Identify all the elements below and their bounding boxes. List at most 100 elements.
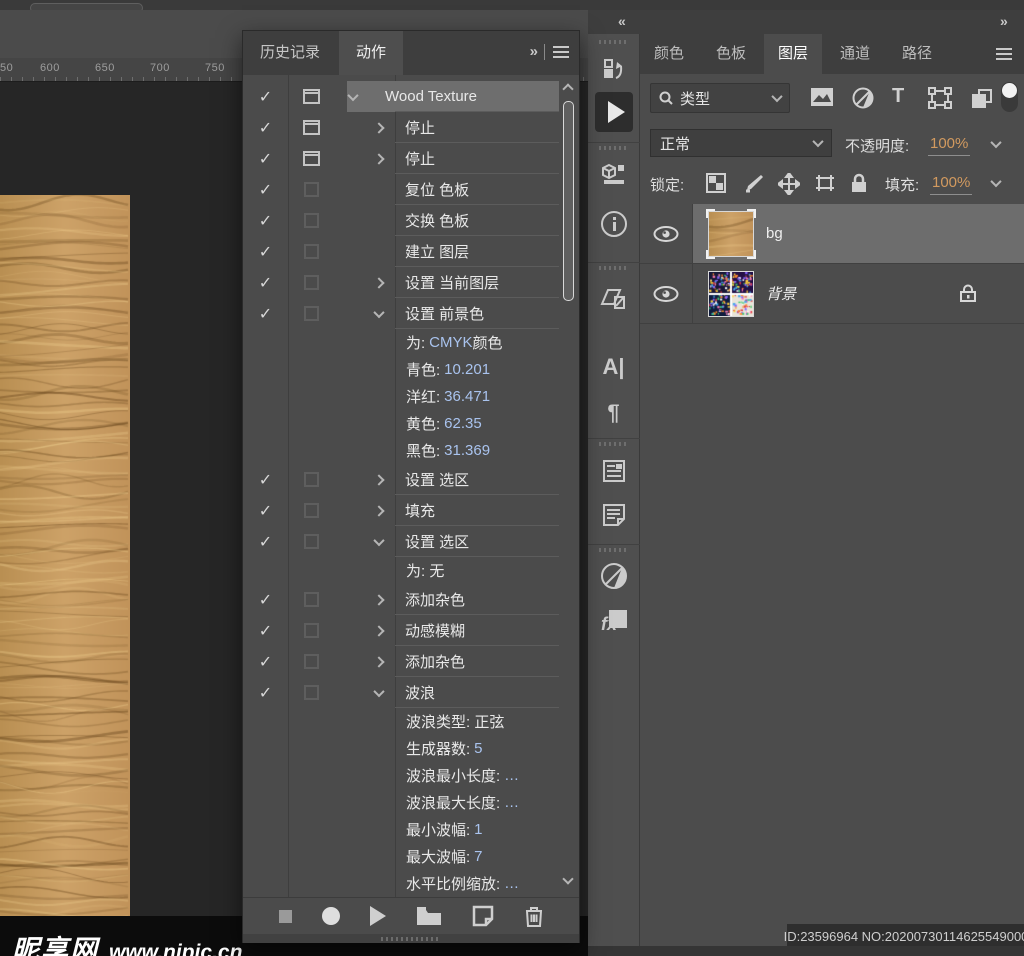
action-detail-row[interactable]: 生成器数:5 xyxy=(243,735,579,762)
layer-visibility-toggle[interactable] xyxy=(640,204,693,263)
wood-texture-image[interactable] xyxy=(0,195,130,926)
tab-channels[interactable]: 通道 xyxy=(826,34,884,74)
dialog-toggle[interactable] xyxy=(290,112,332,143)
expand-chevron-icon[interactable] xyxy=(369,112,389,143)
dialog-toggle[interactable] xyxy=(290,267,332,298)
expand-chevron-icon[interactable] xyxy=(369,615,389,646)
lock-transparent-pixels-icon[interactable] xyxy=(706,173,726,193)
layer-row-bg[interactable]: bg xyxy=(640,204,1024,264)
toggle-item-checkbox[interactable]: ✓ xyxy=(243,267,288,298)
action-detail-row[interactable]: 最大波幅:7 xyxy=(243,843,579,870)
action-detail-row[interactable]: 青色:10.201 xyxy=(243,356,579,383)
character-styles-panel-icon[interactable] xyxy=(601,458,627,484)
dialog-toggle[interactable] xyxy=(290,677,332,708)
filter-on-off-toggle[interactable] xyxy=(1001,82,1018,112)
layer-thumbnail[interactable] xyxy=(706,269,756,319)
action-row[interactable]: ✓设置 前景色 xyxy=(243,298,579,329)
scroll-down-icon[interactable] xyxy=(562,873,573,884)
dialog-toggle[interactable] xyxy=(290,584,332,615)
action-row[interactable]: ✓添加杂色 xyxy=(243,646,579,677)
toggle-item-checkbox[interactable]: ✓ xyxy=(243,584,288,615)
toggle-item-checkbox[interactable]: ✓ xyxy=(243,81,288,112)
action-detail-row[interactable]: 波浪最大长度:… xyxy=(243,789,579,816)
toggle-item-checkbox[interactable]: ✓ xyxy=(243,464,288,495)
scroll-up-icon[interactable] xyxy=(562,83,573,94)
fill-value[interactable]: 100% xyxy=(930,174,972,195)
action-row[interactable]: ✓设置 选区 xyxy=(243,464,579,495)
dock-grip[interactable] xyxy=(599,548,629,552)
toggle-item-checkbox[interactable]: ✓ xyxy=(243,112,288,143)
lock-artboard-icon[interactable] xyxy=(814,173,836,193)
action-detail-row[interactable]: 洋红:36.471 xyxy=(243,383,579,410)
info-panel-icon[interactable] xyxy=(600,210,628,238)
action-detail-row[interactable]: 为: 无 xyxy=(243,557,579,584)
clone-source-panel-icon[interactable] xyxy=(600,284,628,312)
character-panel-icon[interactable]: A| xyxy=(602,354,624,380)
expand-chevron-icon[interactable] xyxy=(369,526,389,557)
expand-chevron-icon[interactable] xyxy=(369,298,389,329)
expand-chevron-icon[interactable] xyxy=(369,143,389,174)
paragraph-panel-icon[interactable]: ¶ xyxy=(607,400,619,426)
action-row[interactable]: ✓波浪 xyxy=(243,677,579,708)
action-detail-row[interactable]: 波浪类型: 正弦 xyxy=(243,708,579,735)
dialog-toggle[interactable] xyxy=(290,174,332,205)
action-detail-row[interactable]: 最小波幅:1 xyxy=(243,816,579,843)
toggle-item-checkbox[interactable]: ✓ xyxy=(243,298,288,329)
dialog-toggle[interactable] xyxy=(290,464,332,495)
dock-grip[interactable] xyxy=(599,442,629,446)
toggle-item-checkbox[interactable]: ✓ xyxy=(243,143,288,174)
tab-color[interactable]: 颜色 xyxy=(640,34,698,74)
delete-trash-icon[interactable] xyxy=(524,905,544,927)
opacity-value[interactable]: 100% xyxy=(928,135,970,156)
action-detail-row[interactable]: 波浪最小长度:… xyxy=(243,762,579,789)
expand-chevron-icon[interactable] xyxy=(369,677,389,708)
filter-type-layers-icon[interactable]: T xyxy=(892,85,904,108)
scrollbar-thumb[interactable] xyxy=(563,101,574,301)
panel-resize-handle[interactable] xyxy=(243,934,579,943)
action-row[interactable]: ✓添加杂色 xyxy=(243,584,579,615)
action-row[interactable]: ✓停止 xyxy=(243,112,579,143)
tab-layers[interactable]: 图层 xyxy=(764,34,822,74)
collapse-panel-icon[interactable]: » xyxy=(530,43,536,60)
dock-grip[interactable] xyxy=(599,40,629,44)
layer-row-content[interactable]: 背景 xyxy=(693,264,1024,323)
adjustments-panel-icon[interactable] xyxy=(600,562,628,590)
toggle-item-checkbox[interactable]: ✓ xyxy=(243,205,288,236)
action-detail-row[interactable]: 水平比例缩放:… xyxy=(243,870,579,897)
opacity-chevron-icon[interactable] xyxy=(990,137,1001,148)
action-row[interactable]: ✓设置 当前图层 xyxy=(243,267,579,298)
tab-paths[interactable]: 路径 xyxy=(888,34,946,74)
expand-chevron-icon[interactable] xyxy=(369,646,389,677)
actions-tab-actions[interactable]: 动作 xyxy=(339,31,403,75)
expand-chevron-icon[interactable] xyxy=(369,464,389,495)
action-row[interactable]: ✓动感模糊 xyxy=(243,615,579,646)
collapse-dock-right-icon[interactable]: » xyxy=(1000,13,1006,29)
panel-menu-icon[interactable] xyxy=(996,48,1012,60)
toggle-item-checkbox[interactable]: ✓ xyxy=(243,495,288,526)
lock-image-pixels-icon[interactable] xyxy=(742,173,764,195)
new-set-folder-icon[interactable] xyxy=(416,906,442,926)
new-action-icon[interactable] xyxy=(472,905,494,927)
layer-thumbnail[interactable] xyxy=(706,209,756,259)
lock-position-icon[interactable] xyxy=(778,173,800,195)
action-detail-row[interactable]: 为:CMYK 颜色 xyxy=(243,329,579,356)
toggle-item-checkbox[interactable]: ✓ xyxy=(243,677,288,708)
layer-filter-dropdown[interactable]: 类型 xyxy=(650,83,790,113)
layer-row-背景[interactable]: 背景 xyxy=(640,264,1024,324)
expand-chevron-icon[interactable] xyxy=(369,584,389,615)
toggle-item-checkbox[interactable]: ✓ xyxy=(243,615,288,646)
dialog-toggle[interactable] xyxy=(290,646,332,677)
action-row[interactable]: ✓停止 xyxy=(243,143,579,174)
dialog-toggle[interactable] xyxy=(290,81,332,112)
filter-smart-objects-icon[interactable] xyxy=(970,87,994,111)
dialog-toggle[interactable] xyxy=(290,143,332,174)
layer-visibility-toggle[interactable] xyxy=(640,264,693,323)
action-row[interactable]: ✓复位 色板 xyxy=(243,174,579,205)
dock-grip[interactable] xyxy=(599,266,629,270)
3d-panel-icon[interactable] xyxy=(601,162,627,186)
play-selection-icon[interactable] xyxy=(370,906,386,926)
history-panel-icon[interactable] xyxy=(602,58,626,84)
toggle-item-checkbox[interactable]: ✓ xyxy=(243,174,288,205)
dock-grip[interactable] xyxy=(599,146,629,150)
dialog-toggle[interactable] xyxy=(290,205,332,236)
